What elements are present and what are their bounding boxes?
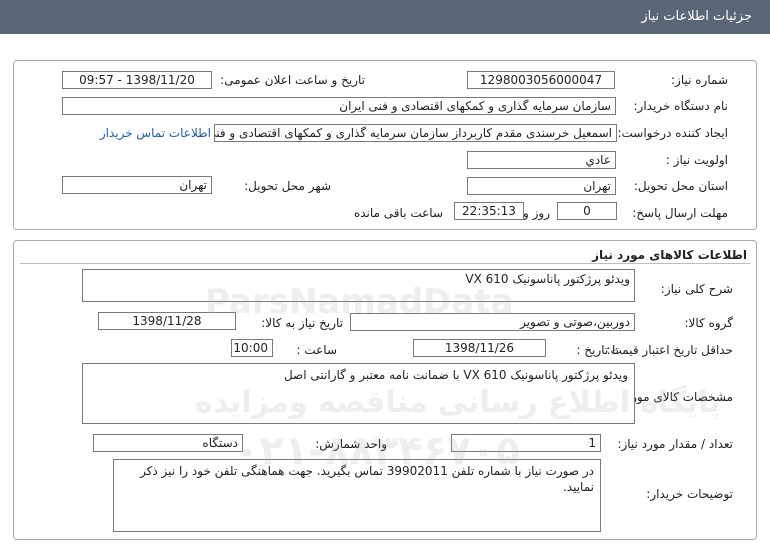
general-desc-label: شرح کلی نیاز:: [660, 282, 733, 296]
quantity-label: تعداد / مقدار مورد نیاز:: [617, 437, 733, 451]
goods-section-title: اطلاعات کالاهای مورد نیاز: [592, 248, 747, 262]
buyer-org-label: نام دستگاه خریدار:: [633, 99, 729, 113]
delivery-city-field: تهران: [62, 176, 212, 194]
priority-label: اولویت نیاز :: [665, 153, 728, 167]
min-validity-label: حداقل تاریخ اعتبار قیمت:: [606, 343, 733, 357]
days-field: 0: [557, 202, 617, 220]
time-remaining-field: 22:35:13: [454, 202, 524, 220]
buyer-org-field: سازمان سرمایه گذاری و کمکهای اقتصادی و ف…: [62, 97, 616, 115]
need-number-field: 1298003056000047: [467, 71, 615, 89]
hours-remaining-label: ساعت باقی مانده: [353, 206, 443, 220]
need-date-label: تاریخ نیاز به کالا:: [261, 316, 343, 330]
title-bar: جزئيات اطلاعات نياز: [0, 0, 770, 34]
need-number-label: شماره نیاز:: [671, 73, 728, 87]
page-title: جزئيات اطلاعات نياز: [641, 9, 752, 24]
need-date-field: 1398/11/28: [98, 312, 236, 330]
days-and-label: روز و: [523, 206, 550, 220]
validity-time-field: 10:00: [231, 339, 273, 357]
delivery-province-field: تهران: [467, 177, 616, 195]
unit-field: دستگاه: [93, 434, 243, 452]
specs-field: ویدئو پرژکتور پاناسونیک VX 610 با ضمانت …: [82, 363, 635, 424]
buyer-notes-field: در صورت نیاز با شماره تلفن 39902011 تماس…: [113, 459, 601, 532]
goods-group-label: گروه کالا:: [684, 316, 734, 330]
buyer-notes-label: توضیحات خریدار:: [646, 487, 733, 501]
section-divider: [20, 263, 750, 264]
announce-datetime-field: 1398/11/20 - 09:57: [62, 71, 212, 89]
delivery-city-label: شهر محل تحویل:: [244, 179, 331, 193]
until-date-label: تا تاریخ :: [576, 343, 619, 357]
goods-group-field: دوربین،صوتی و تصویر: [350, 313, 635, 331]
time-label: ساعت :: [296, 343, 337, 357]
unit-label: واحد شمارش:: [315, 437, 387, 451]
priority-field: عادي: [467, 151, 616, 169]
requester-field: اسمعیل خرسندی مقدم کاربرداز سازمان سرمای…: [214, 124, 617, 142]
quantity-field: 1: [451, 434, 601, 452]
delivery-province-label: استان محل تحویل:: [633, 179, 728, 193]
general-desc-field: ویدئو پرژکتور پاناسونیک VX 610: [82, 269, 635, 302]
validity-date-field: 1398/11/26: [413, 339, 546, 357]
announce-datetime-label: تاریخ و ساعت اعلان عمومی:: [220, 73, 365, 87]
response-deadline-label: مهلت ارسال پاسخ:: [632, 206, 728, 220]
buyer-contact-link[interactable]: اطلاعات تماس خریدار: [100, 126, 211, 140]
requester-label: ایجاد کننده درخواست:: [617, 126, 728, 140]
